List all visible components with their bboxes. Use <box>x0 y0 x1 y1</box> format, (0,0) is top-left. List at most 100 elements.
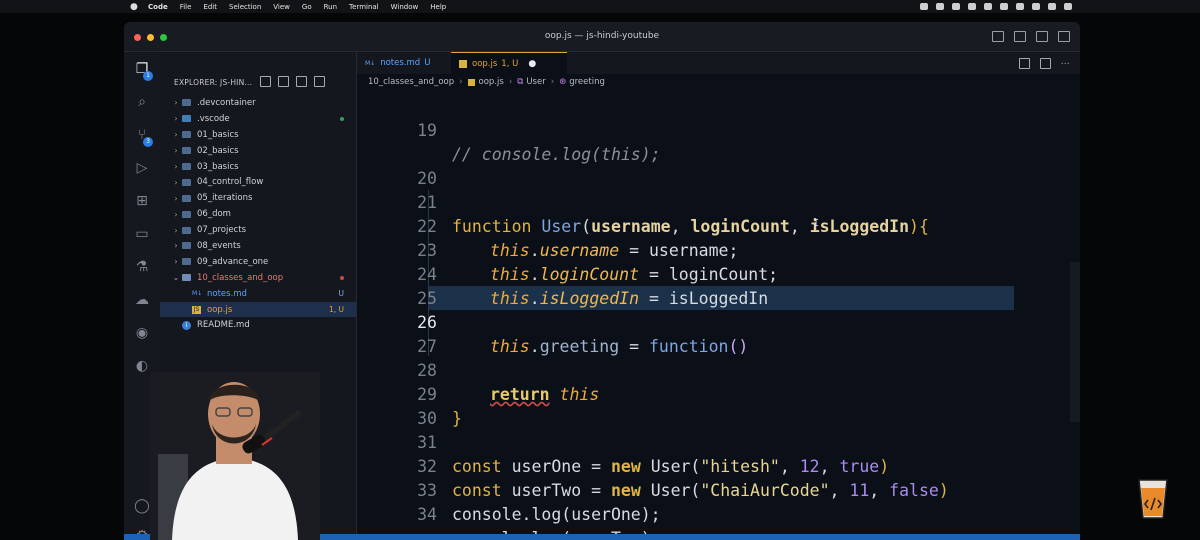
breadcrumb-symbol[interactable]: User <box>526 77 545 87</box>
tree-item-label: 01_basics <box>197 129 239 140</box>
tree-item-label: 10_classes_and_oop <box>197 272 284 283</box>
menu-app[interactable]: Code <box>148 3 168 11</box>
explorer-actions <box>260 76 325 87</box>
tree-item-label: 07_projects <box>197 225 246 236</box>
tree-item-08-events[interactable]: › 08_events <box>160 238 356 254</box>
code-line: 28 return this <box>357 335 1080 404</box>
breadcrumb-folder[interactable]: 10_classes_and_oop <box>368 77 454 87</box>
mac-menubar: ● Code File Edit Selection View Go Run T… <box>0 0 1200 13</box>
split-editor-icon[interactable] <box>1040 58 1051 69</box>
tree-item-04-control-flow[interactable]: › 04_control_flow <box>160 174 356 190</box>
new-file-icon[interactable] <box>260 76 271 87</box>
run-debug-icon[interactable]: ▷ <box>133 159 151 177</box>
chevron-right-icon: › <box>174 257 178 267</box>
presenter-webcam <box>150 372 320 540</box>
wifi-icon[interactable] <box>1000 3 1008 10</box>
menu-edit[interactable]: Edit <box>203 3 217 11</box>
tree-item-09-advance-one[interactable]: › 09_advance_one <box>160 254 356 270</box>
folder-icon <box>182 99 191 107</box>
code-line: 26 this.greeting = function() <box>357 287 1080 356</box>
tree-item-06-dom[interactable]: › 06_dom <box>160 206 356 222</box>
tree-item-label: 08_events <box>197 240 241 251</box>
status-icon[interactable] <box>968 3 976 10</box>
breadcrumb-member[interactable]: greeting <box>569 77 605 87</box>
folder-icon <box>182 131 191 139</box>
tree-item-10-classes-and-oop[interactable]: ⌄ 10_classes_and_oop <box>160 270 356 286</box>
toggle-panel-icon[interactable] <box>1014 31 1026 42</box>
javascript-file-icon: JS <box>192 305 201 314</box>
search-icon[interactable]: ⌕ <box>133 93 151 111</box>
unsaved-dot-icon[interactable]: ● <box>528 59 536 69</box>
tab-label: notes.md <box>380 58 421 68</box>
tab-notes-md[interactable]: M↓ notes.md U <box>357 52 457 74</box>
chevron-right-icon: › <box>174 177 178 187</box>
title-bar: oop.js — js-hindi-youtube <box>124 22 1080 52</box>
control-center-icon[interactable] <box>1032 3 1040 10</box>
tree-item-label: 09_advance_one <box>197 256 269 267</box>
menu-view[interactable]: View <box>273 3 290 11</box>
compare-changes-icon[interactable] <box>1019 58 1030 69</box>
menu-selection[interactable]: Selection <box>229 3 261 11</box>
code-line: 23 this.loginCount = loginCount; <box>357 215 1080 284</box>
remote-explorer-icon[interactable]: ▭ <box>133 225 151 243</box>
tree-item-readme-md[interactable]: i README.md <box>160 317 356 333</box>
menu-run[interactable]: Run <box>324 3 337 11</box>
screen: ● Code File Edit Selection View Go Run T… <box>0 0 1200 540</box>
github-icon[interactable]: ◉ <box>133 324 151 342</box>
battery-icon[interactable] <box>984 3 992 10</box>
toggle-sidebar-icon[interactable] <box>992 31 1004 42</box>
chevron-down-icon: ⌄ <box>172 273 180 283</box>
breadcrumb-file[interactable]: oop.js <box>479 77 504 87</box>
tab-oop-js[interactable]: oop.js 1, U ● <box>451 52 567 75</box>
tree-item-05-iterations[interactable]: › 05_iterations <box>160 190 356 206</box>
folder-icon <box>182 147 191 155</box>
tree-item-01-basics[interactable]: › 01_basics <box>160 127 356 143</box>
tree-item-devcontainer[interactable]: › .devcontainer <box>160 95 356 111</box>
customize-layout-icon[interactable] <box>1058 31 1070 42</box>
new-folder-icon[interactable] <box>278 76 289 87</box>
menu-go[interactable]: Go <box>302 3 312 11</box>
markdown-file-icon: M↓ <box>365 59 376 67</box>
chevron-right-icon: › <box>174 98 178 108</box>
code-editor[interactable]: 19 // console.log(this); 20 21 function … <box>357 90 1080 540</box>
tree-item-vscode[interactable]: › .vscode <box>160 111 356 127</box>
folder-icon <box>182 226 191 234</box>
testing-icon[interactable]: ⚗ <box>133 258 151 276</box>
status-icon[interactable] <box>952 3 960 10</box>
menu-extra-icon[interactable] <box>1064 3 1072 10</box>
folder-icon <box>182 210 191 218</box>
code-line: 25 <box>357 263 1080 308</box>
siri-icon[interactable] <box>1048 3 1056 10</box>
tree-item-02-basics[interactable]: › 02_basics <box>160 143 356 159</box>
tree-item-07-projects[interactable]: › 07_projects <box>160 222 356 238</box>
more-actions-icon[interactable]: … <box>1061 58 1070 67</box>
docker-icon[interactable]: ☁ <box>133 291 151 309</box>
menu-terminal[interactable]: Terminal <box>349 3 379 11</box>
extensions-icon[interactable]: ⊞ <box>133 192 151 210</box>
code-line: 24 this.isLoggedIn = isLoggedIn <box>357 239 1080 308</box>
search-icon[interactable] <box>1016 3 1024 10</box>
git-status: U <box>338 289 345 299</box>
menu-help[interactable]: Help <box>430 3 446 11</box>
chevron-right-icon: › <box>174 162 178 171</box>
method-symbol-icon: ⊛ <box>559 77 567 87</box>
tree-item-label: .vscode <box>197 113 230 124</box>
tree-item-notes-md[interactable]: M↓ notes.md U <box>160 286 356 302</box>
live-share-icon[interactable]: ◐ <box>133 357 151 375</box>
menu-file[interactable]: File <box>180 3 192 11</box>
chevron-right-icon: › <box>174 193 178 203</box>
collapse-all-icon[interactable] <box>314 76 325 87</box>
editor-scrollbar[interactable] <box>1070 262 1080 422</box>
refresh-icon[interactable] <box>296 76 307 87</box>
code-line: 30 <box>357 383 1080 428</box>
menu-window[interactable]: Window <box>391 3 419 11</box>
tree-item-oop-js[interactable]: JS oop.js 1, U <box>160 301 356 318</box>
tree-item-03-basics[interactable]: › 03_basics <box>160 159 356 175</box>
apple-icon[interactable]: ● <box>130 2 140 12</box>
toggle-secondary-sidebar-icon[interactable] <box>1036 31 1048 42</box>
status-icon[interactable] <box>936 3 944 10</box>
folder-icon <box>182 178 191 186</box>
status-icon[interactable] <box>920 3 928 10</box>
git-status: 1, U <box>328 305 344 315</box>
account-icon[interactable]: ◯ <box>133 497 151 515</box>
